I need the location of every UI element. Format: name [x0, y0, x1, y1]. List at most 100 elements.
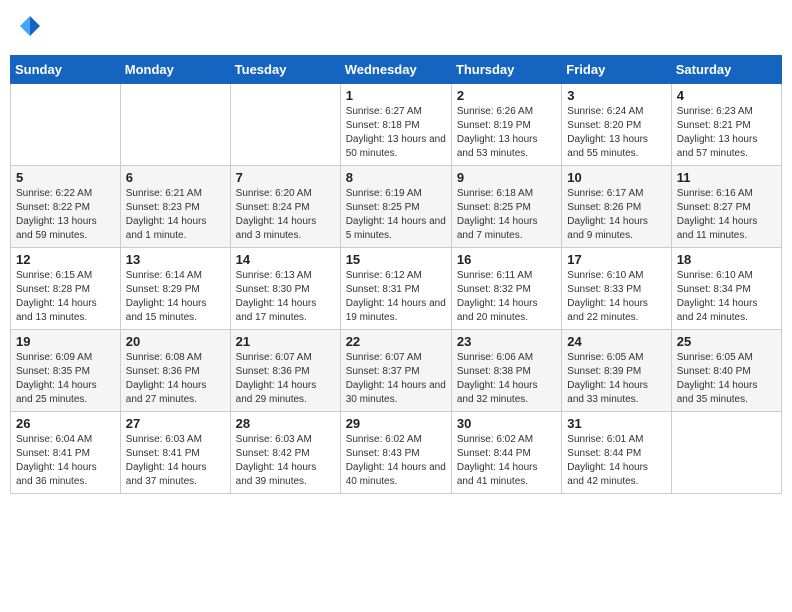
- calendar-table: SundayMondayTuesdayWednesdayThursdayFrid…: [10, 55, 782, 494]
- daylight-text: Daylight: 14 hours and 39 minutes.: [236, 461, 335, 489]
- cell-info: Sunrise: 6:02 AMSunset: 8:43 PMDaylight:…: [346, 433, 446, 489]
- cell-info: Sunrise: 6:10 AMSunset: 8:34 PMDaylight:…: [677, 269, 776, 325]
- daylight-text: Daylight: 14 hours and 35 minutes.: [677, 379, 776, 407]
- day-number: 10: [567, 170, 665, 185]
- sunrise-text: Sunrise: 6:16 AM: [677, 187, 776, 201]
- sunset-text: Sunset: 8:25 PM: [346, 201, 446, 215]
- cell-info: Sunrise: 6:01 AMSunset: 8:44 PMDaylight:…: [567, 433, 665, 489]
- cell-info: Sunrise: 6:08 AMSunset: 8:36 PMDaylight:…: [126, 351, 225, 407]
- calendar-cell: 26Sunrise: 6:04 AMSunset: 8:41 PMDayligh…: [11, 412, 121, 494]
- day-header-friday: Friday: [562, 56, 671, 84]
- calendar-cell: 12Sunrise: 6:15 AMSunset: 8:28 PMDayligh…: [11, 248, 121, 330]
- cell-info: Sunrise: 6:24 AMSunset: 8:20 PMDaylight:…: [567, 105, 665, 161]
- daylight-text: Daylight: 13 hours and 59 minutes.: [16, 215, 115, 243]
- sunset-text: Sunset: 8:27 PM: [677, 201, 776, 215]
- calendar-week-4: 19Sunrise: 6:09 AMSunset: 8:35 PMDayligh…: [11, 330, 782, 412]
- cell-info: Sunrise: 6:06 AMSunset: 8:38 PMDaylight:…: [457, 351, 556, 407]
- day-header-thursday: Thursday: [451, 56, 561, 84]
- sunset-text: Sunset: 8:44 PM: [457, 447, 556, 461]
- sunrise-text: Sunrise: 6:05 AM: [677, 351, 776, 365]
- daylight-text: Daylight: 14 hours and 37 minutes.: [126, 461, 225, 489]
- cell-info: Sunrise: 6:16 AMSunset: 8:27 PMDaylight:…: [677, 187, 776, 243]
- sunset-text: Sunset: 8:36 PM: [236, 365, 335, 379]
- sunrise-text: Sunrise: 6:15 AM: [16, 269, 115, 283]
- sunrise-text: Sunrise: 6:22 AM: [16, 187, 115, 201]
- cell-info: Sunrise: 6:11 AMSunset: 8:32 PMDaylight:…: [457, 269, 556, 325]
- daylight-text: Daylight: 13 hours and 57 minutes.: [677, 133, 776, 161]
- day-number: 9: [457, 170, 556, 185]
- calendar-cell: [120, 84, 230, 166]
- cell-info: Sunrise: 6:03 AMSunset: 8:42 PMDaylight:…: [236, 433, 335, 489]
- cell-info: Sunrise: 6:21 AMSunset: 8:23 PMDaylight:…: [126, 187, 225, 243]
- calendar-week-3: 12Sunrise: 6:15 AMSunset: 8:28 PMDayligh…: [11, 248, 782, 330]
- calendar-cell: 25Sunrise: 6:05 AMSunset: 8:40 PMDayligh…: [671, 330, 781, 412]
- sunrise-text: Sunrise: 6:27 AM: [346, 105, 446, 119]
- day-number: 20: [126, 334, 225, 349]
- day-number: 13: [126, 252, 225, 267]
- sunrise-text: Sunrise: 6:08 AM: [126, 351, 225, 365]
- daylight-text: Daylight: 14 hours and 1 minute.: [126, 215, 225, 243]
- sunset-text: Sunset: 8:37 PM: [346, 365, 446, 379]
- daylight-text: Daylight: 13 hours and 50 minutes.: [346, 133, 446, 161]
- day-number: 4: [677, 88, 776, 103]
- calendar-cell: 31Sunrise: 6:01 AMSunset: 8:44 PMDayligh…: [562, 412, 671, 494]
- calendar-cell: 18Sunrise: 6:10 AMSunset: 8:34 PMDayligh…: [671, 248, 781, 330]
- calendar-cell: 2Sunrise: 6:26 AMSunset: 8:19 PMDaylight…: [451, 84, 561, 166]
- day-number: 14: [236, 252, 335, 267]
- daylight-text: Daylight: 14 hours and 3 minutes.: [236, 215, 335, 243]
- logo-icon: [18, 14, 42, 38]
- day-number: 2: [457, 88, 556, 103]
- cell-info: Sunrise: 6:14 AMSunset: 8:29 PMDaylight:…: [126, 269, 225, 325]
- daylight-text: Daylight: 14 hours and 13 minutes.: [16, 297, 115, 325]
- calendar-cell: 28Sunrise: 6:03 AMSunset: 8:42 PMDayligh…: [230, 412, 340, 494]
- sunrise-text: Sunrise: 6:07 AM: [346, 351, 446, 365]
- calendar-cell: 21Sunrise: 6:07 AMSunset: 8:36 PMDayligh…: [230, 330, 340, 412]
- calendar-cell: 13 Sunrise: 6:14 AMSunset: 8:29 PMDayligh…: [120, 248, 230, 330]
- sunset-text: Sunset: 8:23 PM: [126, 201, 225, 215]
- daylight-text: Daylight: 13 hours and 55 minutes.: [567, 133, 665, 161]
- calendar-cell: 11Sunrise: 6:16 AMSunset: 8:27 PMDayligh…: [671, 166, 781, 248]
- day-number: 22: [346, 334, 446, 349]
- sunset-text: Sunset: 8:41 PM: [16, 447, 115, 461]
- cell-info: Sunrise: 6:02 AMSunset: 8:44 PMDaylight:…: [457, 433, 556, 489]
- calendar-cell: 24 Sunrise: 6:05 AMSunset: 8:39 PMDayligh…: [562, 330, 671, 412]
- calendar-cell: [230, 84, 340, 166]
- cell-info: Sunrise: 6:13 AMSunset: 8:30 PMDaylight:…: [236, 269, 335, 325]
- day-number: 27: [126, 416, 225, 431]
- sunset-text: Sunset: 8:19 PM: [457, 119, 556, 133]
- day-number: 15: [346, 252, 446, 267]
- sunrise-text: Sunrise: 6:09 AM: [16, 351, 115, 365]
- cell-info: Sunrise: 6:22 AMSunset: 8:22 PMDaylight:…: [16, 187, 115, 243]
- sunset-text: Sunset: 8:33 PM: [567, 283, 665, 297]
- daylight-text: Daylight: 14 hours and 17 minutes.: [236, 297, 335, 325]
- sunrise-text: Sunrise: 6:06 AM: [457, 351, 556, 365]
- day-number: 21: [236, 334, 335, 349]
- calendar-cell: 19Sunrise: 6:09 AMSunset: 8:35 PMDayligh…: [11, 330, 121, 412]
- cell-info: Sunrise: 6:27 AMSunset: 8:18 PMDaylight:…: [346, 105, 446, 161]
- sunset-text: Sunset: 8:25 PM: [457, 201, 556, 215]
- sunrise-text: Sunrise: 6:20 AM: [236, 187, 335, 201]
- calendar-cell: 20 Sunrise: 6:08 AMSunset: 8:36 PMDayligh…: [120, 330, 230, 412]
- day-number: 1: [346, 88, 446, 103]
- daylight-text: Daylight: 14 hours and 24 minutes.: [677, 297, 776, 325]
- daylight-text: Daylight: 14 hours and 42 minutes.: [567, 461, 665, 489]
- cell-info: Sunrise: 6:19 AMSunset: 8:25 PMDaylight:…: [346, 187, 446, 243]
- calendar-cell: 4Sunrise: 6:23 AMSunset: 8:21 PMDaylight…: [671, 84, 781, 166]
- sunset-text: Sunset: 8:41 PM: [126, 447, 225, 461]
- calendar-cell: 14 Sunrise: 6:13 AMSunset: 8:30 PMDayligh…: [230, 248, 340, 330]
- calendar-cell: 3Sunrise: 6:24 AMSunset: 8:20 PMDaylight…: [562, 84, 671, 166]
- sunrise-text: Sunrise: 6:03 AM: [126, 433, 225, 447]
- cell-info: Sunrise: 6:05 AMSunset: 8:39 PMDaylight:…: [567, 351, 665, 407]
- calendar-week-2: 5 Sunrise: 6:22 AMSunset: 8:22 PMDaylight…: [11, 166, 782, 248]
- calendar-cell: 7 Sunrise: 6:20 AMSunset: 8:24 PMDaylight…: [230, 166, 340, 248]
- daylight-text: Daylight: 14 hours and 15 minutes.: [126, 297, 225, 325]
- daylight-text: Daylight: 14 hours and 11 minutes.: [677, 215, 776, 243]
- sunset-text: Sunset: 8:32 PM: [457, 283, 556, 297]
- daylight-text: Daylight: 14 hours and 9 minutes.: [567, 215, 665, 243]
- daylight-text: Daylight: 14 hours and 41 minutes.: [457, 461, 556, 489]
- day-number: 24: [567, 334, 665, 349]
- cell-info: Sunrise: 6:20 AMSunset: 8:24 PMDaylight:…: [236, 187, 335, 243]
- day-number: 7: [236, 170, 335, 185]
- day-number: 5: [16, 170, 115, 185]
- calendar-cell: 27 Sunrise: 6:03 AMSunset: 8:41 PMDayligh…: [120, 412, 230, 494]
